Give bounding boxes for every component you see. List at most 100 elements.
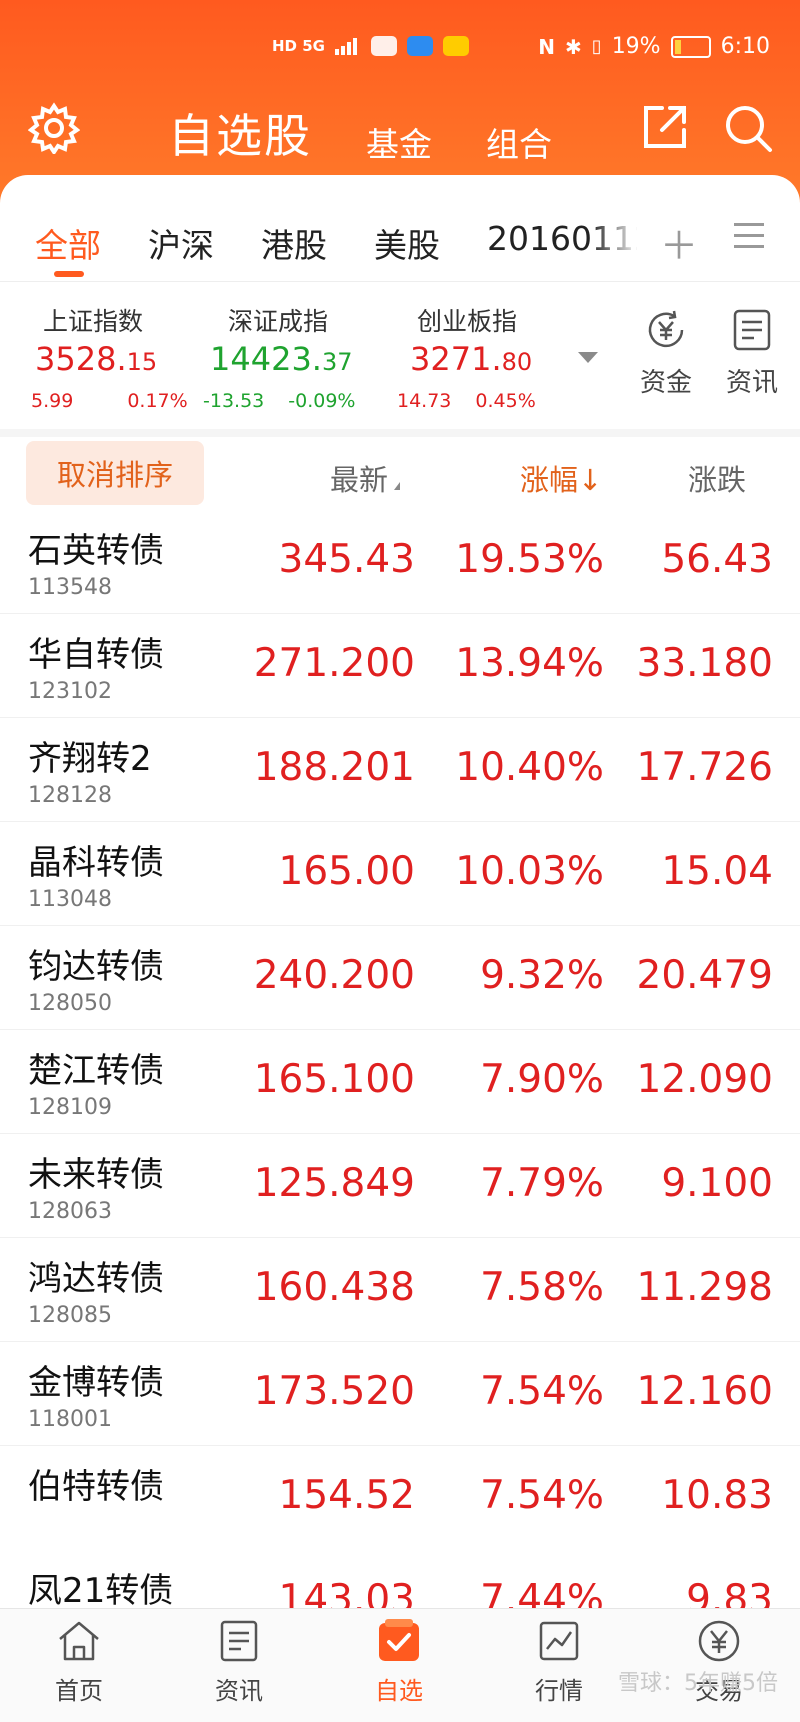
price-change: 33.180	[636, 641, 773, 686]
latest-price: 154.52	[278, 1473, 415, 1509]
checked-box-icon	[379, 1619, 419, 1661]
tab-all[interactable]: 全部	[35, 219, 101, 267]
security-name: 凤21转债	[28, 1571, 174, 1610]
table-row[interactable]: 石英转债 113548 345.43 19.53% 56.43	[0, 509, 800, 614]
latest-price: 271.200	[253, 641, 415, 686]
settings-button[interactable]	[27, 102, 81, 156]
column-percent-change[interactable]: 涨幅↓	[520, 457, 602, 499]
price-change: 10.83	[661, 1473, 773, 1509]
sort-indicator-icon	[394, 482, 401, 490]
column-change[interactable]: 涨跌	[688, 457, 746, 499]
add-tab-button[interactable]: ＋	[660, 215, 698, 270]
status-right-icons: N ✱ ▯ 19% 6:10	[538, 34, 770, 59]
latest-price: 345.43	[278, 537, 415, 582]
security-code: 123102	[28, 679, 112, 704]
search-icon	[726, 106, 772, 152]
tabs-fade	[590, 205, 640, 265]
tab-shanghai-shenzhen[interactable]: 沪深	[148, 219, 214, 267]
latest-price: 165.100	[253, 1057, 415, 1102]
yuan-coin-icon	[698, 1620, 740, 1662]
table-row[interactable]: 伯特转债 113626 154.52 7.54% 10.83	[0, 1445, 800, 1509]
security-name: 金博转债	[28, 1363, 164, 1403]
cancel-sort-button[interactable]: 取消排序	[26, 441, 204, 505]
app-notification-icon	[442, 36, 469, 56]
content-card: 全部 沪深 港股 美股 20160112 ＋ 上证指数 3528.15 5.99…	[0, 175, 800, 1721]
bluetooth-icon: ✱	[565, 34, 582, 59]
tab-fund[interactable]: 基金	[366, 118, 432, 166]
latest-price: 160.438	[253, 1265, 415, 1310]
news-icon	[733, 309, 771, 351]
index-value: 3528.15	[35, 340, 158, 378]
table-header: 取消排序 最新 涨幅↓ 涨跌	[0, 437, 800, 509]
latest-price: 125.849	[253, 1161, 415, 1206]
percent-change: 13.94%	[455, 641, 604, 686]
index-change: 14.73 0.45%	[397, 390, 536, 412]
column-latest[interactable]: 最新	[330, 457, 401, 499]
latest-price: 188.201	[253, 745, 415, 790]
percent-change: 7.54%	[480, 1473, 604, 1509]
security-name: 钧达转债	[28, 947, 164, 987]
table-row[interactable]: 齐翔转2 128128 188.201 10.40% 17.726	[0, 717, 800, 822]
security-name: 鸿达转债	[28, 1259, 164, 1299]
security-code: 118001	[28, 1407, 112, 1432]
tab-us[interactable]: 美股	[374, 219, 440, 267]
percent-change: 7.79%	[480, 1161, 604, 1206]
tab-hong-kong[interactable]: 港股	[261, 219, 327, 267]
security-code: 128085	[28, 1303, 112, 1328]
watchlist-table: 石英转债 113548 345.43 19.53% 56.43 华自转债 123…	[0, 509, 800, 1509]
nav-home[interactable]: 首页	[29, 1619, 129, 1706]
table-row[interactable]: 晶科转债 113048 165.00 10.03% 15.04	[0, 821, 800, 926]
share-button[interactable]	[640, 102, 690, 152]
price-change: 9.100	[661, 1161, 773, 1206]
table-row[interactable]: 钧达转债 128050 240.200 9.32% 20.479	[0, 925, 800, 1030]
page-title[interactable]: 自选股	[168, 100, 312, 166]
index-name: 上证指数	[43, 307, 144, 336]
market-tabs: 全部 沪深 港股 美股 20160112 ＋	[0, 175, 800, 280]
news-label: 资讯	[725, 368, 778, 398]
gear-icon	[27, 102, 81, 156]
security-name: 华自转债	[28, 635, 164, 675]
percent-change: 10.03%	[455, 849, 604, 894]
security-code: 128109	[28, 1095, 112, 1120]
tab-combo[interactable]: 组合	[486, 118, 552, 166]
price-change: 9.83	[686, 1577, 773, 1610]
security-name: 伯特转债	[28, 1467, 164, 1507]
expand-indices-button[interactable]	[578, 352, 598, 363]
table-row[interactable]: 鸿达转债 128085 160.438 7.58% 11.298	[0, 1237, 800, 1342]
index-change: 5.99 0.17%	[31, 390, 188, 412]
security-code: 113548	[28, 575, 112, 600]
table-row[interactable]: 华自转债 123102 271.200 13.94% 33.180	[0, 613, 800, 718]
title-bar: 自选股 基金 组合	[0, 88, 800, 168]
percent-change: 9.32%	[480, 953, 604, 998]
tab-active-indicator	[54, 271, 84, 277]
funds-button[interactable]: 资金	[626, 308, 706, 399]
nfc-icon: N	[538, 34, 556, 59]
security-name: 晶科转债	[28, 843, 164, 883]
vibrate-icon: ▯	[591, 36, 602, 57]
table-row[interactable]: 凤21转债 143.03 7.44% 9.83	[0, 1549, 800, 1610]
price-change: 11.298	[636, 1265, 773, 1310]
security-code: 113048	[28, 887, 112, 912]
latest-price: 165.00	[278, 849, 415, 894]
index-value: 3271.80	[410, 340, 533, 378]
chart-icon	[539, 1621, 579, 1661]
table-row[interactable]: 金博转债 118001 173.520 7.54% 12.160	[0, 1341, 800, 1446]
plus-icon: ＋	[660, 224, 699, 268]
nav-label: 自选	[375, 1677, 423, 1705]
nav-market[interactable]: 行情	[509, 1619, 609, 1706]
news-icon	[220, 1620, 258, 1662]
bottom-navigation: 首页 资讯 自选 行情 交易 雪球：5年赚5倍	[0, 1608, 800, 1722]
funds-label: 资金	[639, 368, 692, 398]
clock: 6:10	[720, 34, 770, 59]
percent-change: 10.40%	[455, 745, 604, 790]
tab-menu-button[interactable]	[734, 223, 764, 249]
table-row[interactable]: 楚江转债 128109 165.100 7.90% 12.090	[0, 1029, 800, 1134]
watermark: 雪球：5年赚5倍	[618, 1671, 778, 1696]
table-row[interactable]: 未来转债 128063 125.849 7.79% 9.100	[0, 1133, 800, 1238]
nav-watchlist[interactable]: 自选	[349, 1619, 449, 1706]
price-change: 20.479	[636, 953, 773, 998]
nav-news[interactable]: 资讯	[189, 1619, 289, 1706]
battery-icon	[670, 35, 711, 58]
news-button[interactable]: 资讯	[712, 308, 792, 399]
search-button[interactable]	[722, 102, 774, 154]
